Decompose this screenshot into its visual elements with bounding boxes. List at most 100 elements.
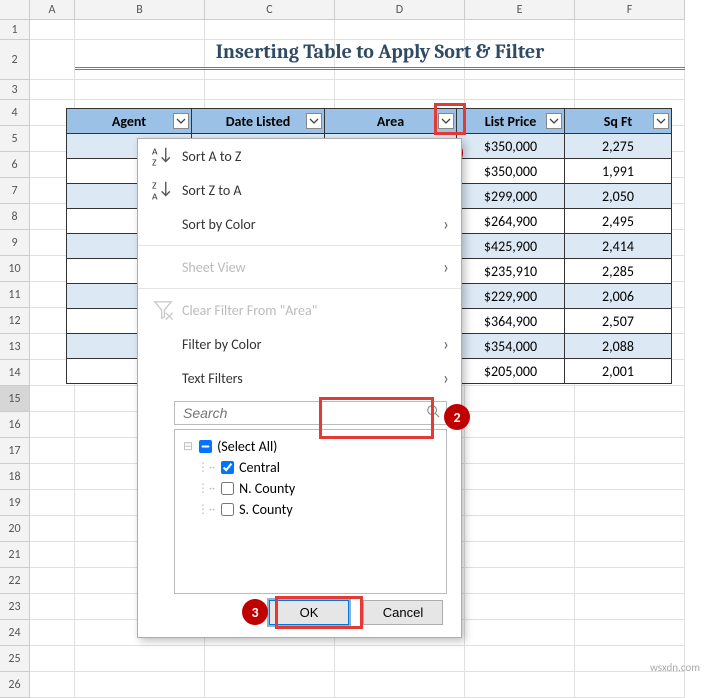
clear-filter-item: Clear Filter From "Area" [138, 293, 461, 327]
filter-button[interactable] [173, 113, 189, 129]
filter-values-tree[interactable]: ⊟ (Select All) ⋮··Central⋮··N. County⋮··… [174, 429, 447, 594]
cancel-button[interactable]: Cancel [363, 600, 443, 625]
row-header-26[interactable]: 26 [0, 672, 30, 698]
row-header-3[interactable]: 3 [0, 80, 30, 100]
sort-za-icon: ZA [152, 179, 174, 201]
text-filters-label: Text Filters [182, 370, 243, 387]
row-header-9[interactable]: 9 [0, 230, 30, 256]
row-header-21[interactable]: 21 [0, 542, 30, 568]
row-header-14[interactable]: 14 [0, 360, 30, 386]
watermark: wsxdn.com [650, 661, 700, 674]
tree-item-checkbox[interactable] [221, 503, 234, 516]
table-cell[interactable]: $350,000 [457, 159, 565, 184]
table-cell[interactable]: 1,991 [565, 159, 672, 184]
filter-search-box[interactable] [174, 401, 447, 425]
table-cell[interactable]: 2,495 [565, 209, 672, 234]
tree-item[interactable]: ⋮··N. County [183, 478, 438, 499]
clear-filter-icon [152, 299, 174, 321]
row-header-19[interactable]: 19 [0, 490, 30, 516]
row-header-4[interactable]: 4 [0, 100, 30, 126]
table-cell[interactable]: $425,900 [457, 234, 565, 259]
table-cell[interactable]: 2,088 [565, 334, 672, 359]
filter-by-color-label: Filter by Color [182, 336, 262, 353]
table-header-list-price[interactable]: List Price [457, 109, 565, 134]
tree-item-checkbox[interactable] [221, 461, 234, 474]
row-header-2[interactable]: 2 [0, 40, 30, 80]
row-header-11[interactable]: 11 [0, 282, 30, 308]
row-header-13[interactable]: 13 [0, 334, 30, 360]
sort-az-item[interactable]: AZ Sort A to Z [138, 139, 461, 173]
row-header-22[interactable]: 22 [0, 568, 30, 594]
row-header-5[interactable]: 5 [0, 126, 30, 152]
row-header-20[interactable]: 20 [0, 516, 30, 542]
row-header-18[interactable]: 18 [0, 464, 30, 490]
sort-az-label: Sort A to Z [182, 148, 241, 165]
row-header-16[interactable]: 16 [0, 412, 30, 438]
row-header-7[interactable]: 7 [0, 178, 30, 204]
tree-toggle-icon[interactable]: ⊟ [183, 439, 193, 454]
row-headers: 1234567891011121314151617181920212223242… [0, 20, 30, 698]
table-cell[interactable]: $350,000 [457, 134, 565, 159]
filter-button[interactable] [546, 113, 562, 129]
tree-item[interactable]: ⋮··Central [183, 457, 438, 478]
sheet-view-label: Sheet View [182, 259, 246, 276]
tree-item[interactable]: ⋮·· S. County [183, 499, 438, 520]
filter-button[interactable] [653, 113, 669, 129]
row-header-23[interactable]: 23 [0, 594, 30, 620]
col-header-b[interactable]: B [75, 0, 205, 20]
col-header-f[interactable]: F [575, 0, 685, 20]
select-all-corner[interactable] [0, 0, 30, 20]
sheet-view-item: Sheet View [138, 250, 461, 284]
tree-select-all[interactable]: ⊟ (Select All) [183, 436, 438, 457]
table-cell[interactable]: 2,050 [565, 184, 672, 209]
text-filters-item[interactable]: Text Filters [138, 361, 461, 395]
tree-item-checkbox[interactable] [221, 482, 234, 495]
filter-button[interactable] [438, 113, 454, 129]
col-header-e[interactable]: E [465, 0, 575, 20]
row-header-8[interactable]: 8 [0, 204, 30, 230]
filter-button[interactable] [306, 113, 322, 129]
table-cell[interactable]: $299,000 [457, 184, 565, 209]
row-header-10[interactable]: 10 [0, 256, 30, 282]
table-cell[interactable]: $229,900 [457, 284, 565, 309]
table-cell[interactable]: $235,910 [457, 259, 565, 284]
col-header-c[interactable]: C [205, 0, 335, 20]
row-header-17[interactable]: 17 [0, 438, 30, 464]
tree-line-icon: ⋮·· [197, 460, 215, 475]
row-header-25[interactable]: 25 [0, 646, 30, 672]
table-cell[interactable]: 2,507 [565, 309, 672, 334]
tree-item-label: S. County [239, 501, 293, 518]
table-cell[interactable]: 2,285 [565, 259, 672, 284]
table-header-agent[interactable]: Agent [67, 109, 192, 134]
table-cell[interactable]: 2,414 [565, 234, 672, 259]
filter-by-color-item[interactable]: Filter by Color [138, 327, 461, 361]
ok-button[interactable]: OK [269, 600, 349, 625]
row-header-15[interactable]: 15 [0, 386, 30, 412]
table-cell[interactable]: 2,275 [565, 134, 672, 159]
table-cell[interactable]: 2,001 [565, 359, 672, 384]
table-cell[interactable]: $264,900 [457, 209, 565, 234]
table-header-area[interactable]: Area [325, 109, 457, 134]
callout-2: 2 [444, 404, 470, 430]
row-header-6[interactable]: 6 [0, 152, 30, 178]
col-header-a[interactable]: A [30, 0, 75, 20]
col-header-d[interactable]: D [335, 0, 465, 20]
row-header-24[interactable]: 24 [0, 620, 30, 646]
select-all-checkbox[interactable] [199, 440, 212, 453]
tree-item-label: N. County [239, 480, 295, 497]
sort-za-item[interactable]: ZA Sort Z to A [138, 173, 461, 207]
sort-za-label: Sort Z to A [182, 182, 241, 199]
table-header-label: List Price [485, 113, 537, 130]
filter-search-input[interactable] [181, 404, 426, 422]
search-icon [426, 404, 440, 422]
table-cell[interactable]: $205,000 [457, 359, 565, 384]
row-header-1[interactable]: 1 [0, 20, 30, 40]
table-cell[interactable]: $364,900 [457, 309, 565, 334]
table-header-sq-ft[interactable]: Sq Ft [565, 109, 672, 134]
sort-by-color-item[interactable]: Sort by Color [138, 207, 461, 241]
table-cell[interactable]: 2,006 [565, 284, 672, 309]
row-header-12[interactable]: 12 [0, 308, 30, 334]
table-header-date-listed[interactable]: Date Listed [192, 109, 325, 134]
table-cell[interactable]: $354,000 [457, 334, 565, 359]
tree-line-icon: ⋮·· [197, 502, 215, 517]
